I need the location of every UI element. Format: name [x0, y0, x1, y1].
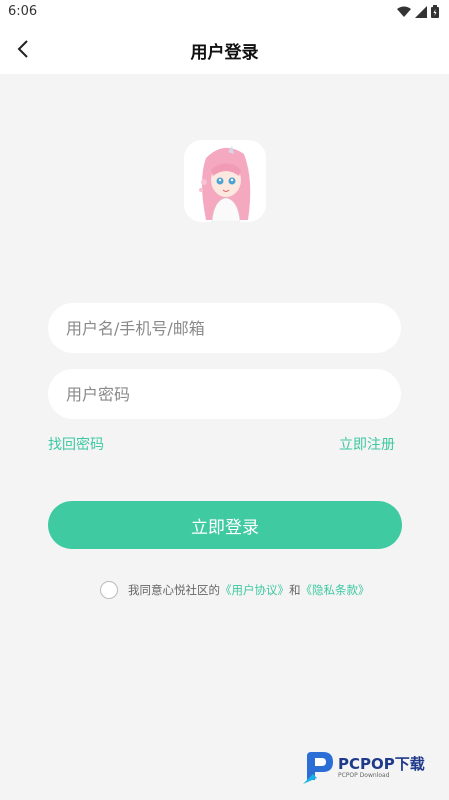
watermark-sub: PCPOP Download: [338, 771, 390, 779]
forgot-password-link[interactable]: 找回密码: [48, 434, 104, 454]
app-logo: [184, 140, 266, 222]
wifi-icon: [397, 6, 411, 17]
agreement-row: 我同意心悦社区的 《用户协议》 和 《隐私条款》: [100, 581, 370, 599]
anime-girl-logo-image: [184, 140, 266, 222]
status-icons: [397, 5, 439, 18]
register-link[interactable]: 立即注册: [339, 434, 395, 454]
agreement-and: 和: [289, 583, 301, 597]
watermark-brand: PCPOP下载: [338, 754, 425, 773]
page-title: 用户登录: [190, 43, 259, 63]
privacy-policy-link[interactable]: 《隐私条款》: [301, 582, 370, 598]
pcpop-watermark: PCPOP下载 PCPOP Download: [303, 750, 425, 784]
status-time: 6:06: [8, 4, 38, 19]
username-input[interactable]: [48, 303, 401, 353]
battery-icon: [431, 5, 439, 18]
agreement-prefix: 我同意心悦社区的: [128, 583, 220, 597]
password-input[interactable]: [48, 369, 401, 419]
status-bar: 6:06: [0, 0, 449, 24]
agree-checkbox[interactable]: [100, 581, 118, 599]
signal-icon: [415, 5, 427, 18]
user-agreement-link[interactable]: 《用户协议》: [220, 582, 289, 598]
pcpop-logo-icon: [303, 752, 333, 784]
app-header: 用户登录: [0, 24, 449, 74]
login-button[interactable]: 立即登录: [48, 501, 402, 549]
